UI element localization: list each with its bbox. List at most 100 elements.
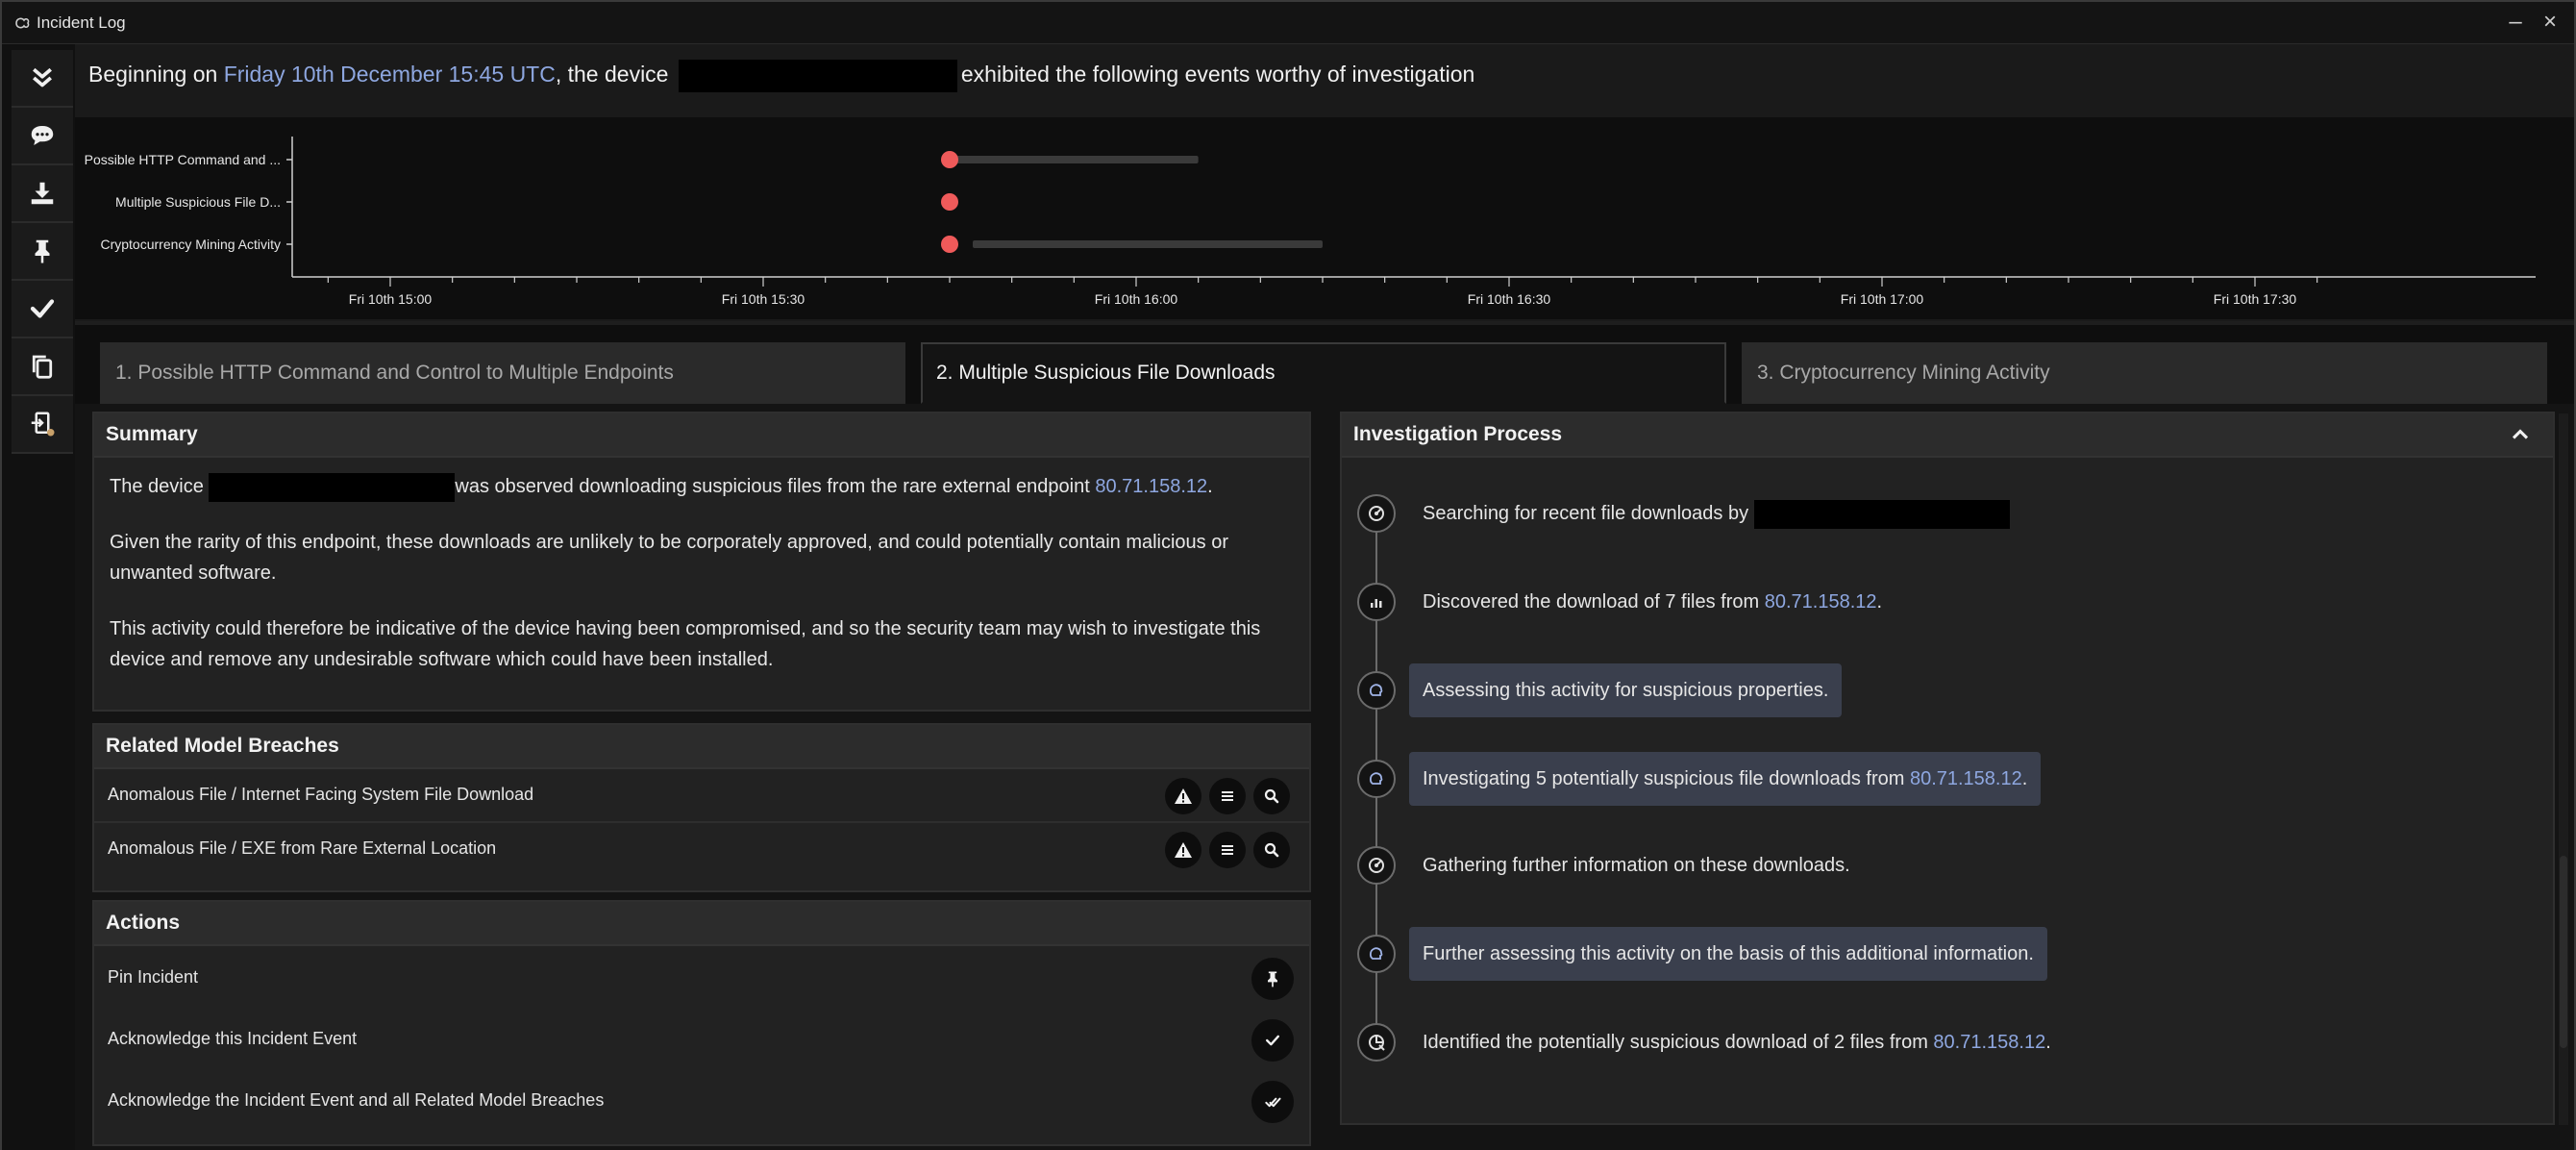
step-text: Investigating 5 potentially suspicious f… <box>1423 768 1910 789</box>
export-button[interactable] <box>12 396 73 454</box>
step-text-end: . <box>2045 1032 2051 1053</box>
brain-step-icon <box>1357 671 1396 710</box>
copy-button[interactable] <box>12 338 73 396</box>
breach-alert-button[interactable] <box>1165 832 1201 868</box>
breach-log-button[interactable] <box>1209 832 1246 868</box>
timeline-event-marker <box>941 193 958 211</box>
chevron-up-icon[interactable] <box>2507 421 2534 448</box>
list-icon <box>1222 845 1233 855</box>
checkmark-icon <box>1266 1035 1279 1046</box>
actions-title: Actions <box>94 902 1309 946</box>
breaches-title: Related Model Breaches <box>94 725 1309 769</box>
search-step-icon <box>1357 846 1396 885</box>
comment-icon <box>31 126 54 145</box>
timeline-event-marker <box>941 151 958 168</box>
event-timeline: Possible HTTP Command and ... Multiple Su… <box>75 117 2574 319</box>
search-icon <box>1264 788 1279 804</box>
acknowledge-event-button[interactable] <box>1251 1019 1294 1062</box>
window-title: Incident Log <box>37 13 126 32</box>
action-row: Acknowledge the Incident Event and all R… <box>94 1069 1309 1131</box>
acknowledge-all-button[interactable] <box>1251 1081 1294 1123</box>
process-step-text: Discovered the download of 7 files from … <box>1409 575 1895 629</box>
incident-start-date[interactable]: Friday 10th December 15:45 UTC <box>224 62 556 87</box>
endpoint-link[interactable]: 80.71.158.12 <box>1910 768 2022 789</box>
summary-paragraph-1: The device was observed downloading susp… <box>110 471 1294 502</box>
step-text-end: . <box>2021 768 2028 789</box>
step-text: Identified the potentially suspicious do… <box>1423 1032 1934 1053</box>
summary-p1-suffix: was observed downloading suspicious file… <box>455 476 1096 497</box>
side-toolbar <box>12 50 73 454</box>
event-tabs: 1. Possible HTTP Command and Control to … <box>75 321 2574 404</box>
timeline-x-tick-label: Fri 10th 17:00 <box>1841 291 1924 307</box>
warning-icon <box>1175 842 1192 858</box>
tab-cryptocurrency-mining[interactable]: 3. Cryptocurrency Mining Activity <box>1742 342 2547 404</box>
incident-content: Summary The device was observed download… <box>75 404 2574 1150</box>
summary-paragraph-2: Given the rarity of this endpoint, these… <box>110 532 1229 584</box>
double-check-icon <box>1265 1097 1281 1108</box>
header-prefix: Beginning on <box>88 62 224 88</box>
endpoint-link[interactable]: 80.71.158.12 <box>1095 476 1207 497</box>
step-text: Discovered the download of 7 files from <box>1423 591 1765 612</box>
step-text-end: . <box>1876 591 1883 612</box>
collapse-all-button[interactable] <box>12 50 73 108</box>
timeline-x-tick-label: Fri 10th 16:30 <box>1468 291 1551 307</box>
redacted-device-name <box>1753 499 2010 529</box>
close-button[interactable]: × <box>2536 8 2564 37</box>
minimize-button[interactable]: – <box>2501 8 2530 37</box>
process-step-text: Further assessing this activity on the b… <box>1409 927 2047 981</box>
tab-suspicious-file-downloads[interactable]: 2. Multiple Suspicious File Downloads <box>921 342 1726 404</box>
acknowledge-button[interactable] <box>12 281 73 338</box>
download-button[interactable] <box>12 165 73 223</box>
scrollbar-thumb[interactable] <box>2560 856 2567 1048</box>
app-logo-icon <box>15 17 30 29</box>
summary-paragraph-3: This activity could therefore be indicat… <box>110 618 1261 670</box>
brain-step-icon <box>1357 760 1396 798</box>
header-suffix: exhibited the following events worthy of… <box>960 62 1475 88</box>
comment-button[interactable] <box>12 108 73 165</box>
breach-log-button[interactable] <box>1209 778 1246 814</box>
summary-title: Summary <box>94 413 1309 458</box>
endpoint-link[interactable]: 80.71.158.12 <box>1765 591 1877 612</box>
process-step-text: Identified the potentially suspicious do… <box>1409 1015 2065 1069</box>
result-step-icon <box>1357 1023 1396 1062</box>
pin-button[interactable] <box>12 223 73 281</box>
title-bar: Incident Log – × <box>2 2 2574 44</box>
list-icon <box>1222 791 1233 801</box>
incident-log-window: Incident Log – × Beginning on Friday 10t… <box>0 0 2576 1150</box>
search-step-icon <box>1357 494 1396 533</box>
timeline-event-bar <box>973 240 1323 248</box>
chart-step-icon <box>1357 583 1396 621</box>
action-label: Acknowledge this Incident Event <box>108 1029 358 1048</box>
step-text: Searching for recent file downloads by <box>1423 503 1749 524</box>
investigation-header[interactable]: Investigation Process <box>1342 413 2553 458</box>
breach-label: Anomalous File / Internet Facing System … <box>108 785 534 804</box>
summary-panel: Summary The device was observed download… <box>92 412 1311 712</box>
brain-step-icon <box>1357 935 1396 973</box>
summary-body: The device was observed downloading susp… <box>94 458 1309 713</box>
timeline-chart: Possible HTTP Command and ... Multiple Su… <box>85 137 2536 307</box>
process-step-text: Searching for recent file downloads by <box>1409 487 2023 540</box>
timeline-x-tick-label: Fri 10th 17:30 <box>2214 291 2297 307</box>
timeline-x-tick-label: Fri 10th 16:00 <box>1095 291 1178 307</box>
breach-alert-button[interactable] <box>1165 778 1201 814</box>
pin-icon <box>1268 971 1277 988</box>
summary-p1-prefix: The device <box>110 476 204 497</box>
action-label: Pin Incident <box>108 967 199 987</box>
action-label: Acknowledge the Incident Event and all R… <box>108 1090 605 1110</box>
actions-panel: Actions Pin Incident Acknowledge this In… <box>92 900 1311 1146</box>
timeline-category-label: Possible HTTP Command and ... <box>85 152 281 167</box>
download-icon <box>31 182 54 205</box>
related-model-breaches-panel: Related Model Breaches Anomalous File / … <box>92 723 1311 892</box>
investigation-title: Investigation Process <box>1353 423 1563 445</box>
timeline-x-tick-label: Fri 10th 15:30 <box>722 291 805 307</box>
timeline-x-tick-label: Fri 10th 15:00 <box>349 291 433 307</box>
tab-http-command-control[interactable]: 1. Possible HTTP Command and Control to … <box>100 342 905 404</box>
endpoint-link[interactable]: 80.71.158.12 <box>1933 1032 2045 1053</box>
scrollbar-track[interactable] <box>2559 413 2568 1125</box>
pin-incident-button[interactable] <box>1251 958 1294 1000</box>
breach-search-button[interactable] <box>1253 832 1290 868</box>
pin-icon <box>35 239 50 263</box>
checkmark-icon <box>30 299 55 318</box>
breach-search-button[interactable] <box>1253 778 1290 814</box>
process-step-text: Assessing this activity for suspicious p… <box>1409 663 1843 717</box>
